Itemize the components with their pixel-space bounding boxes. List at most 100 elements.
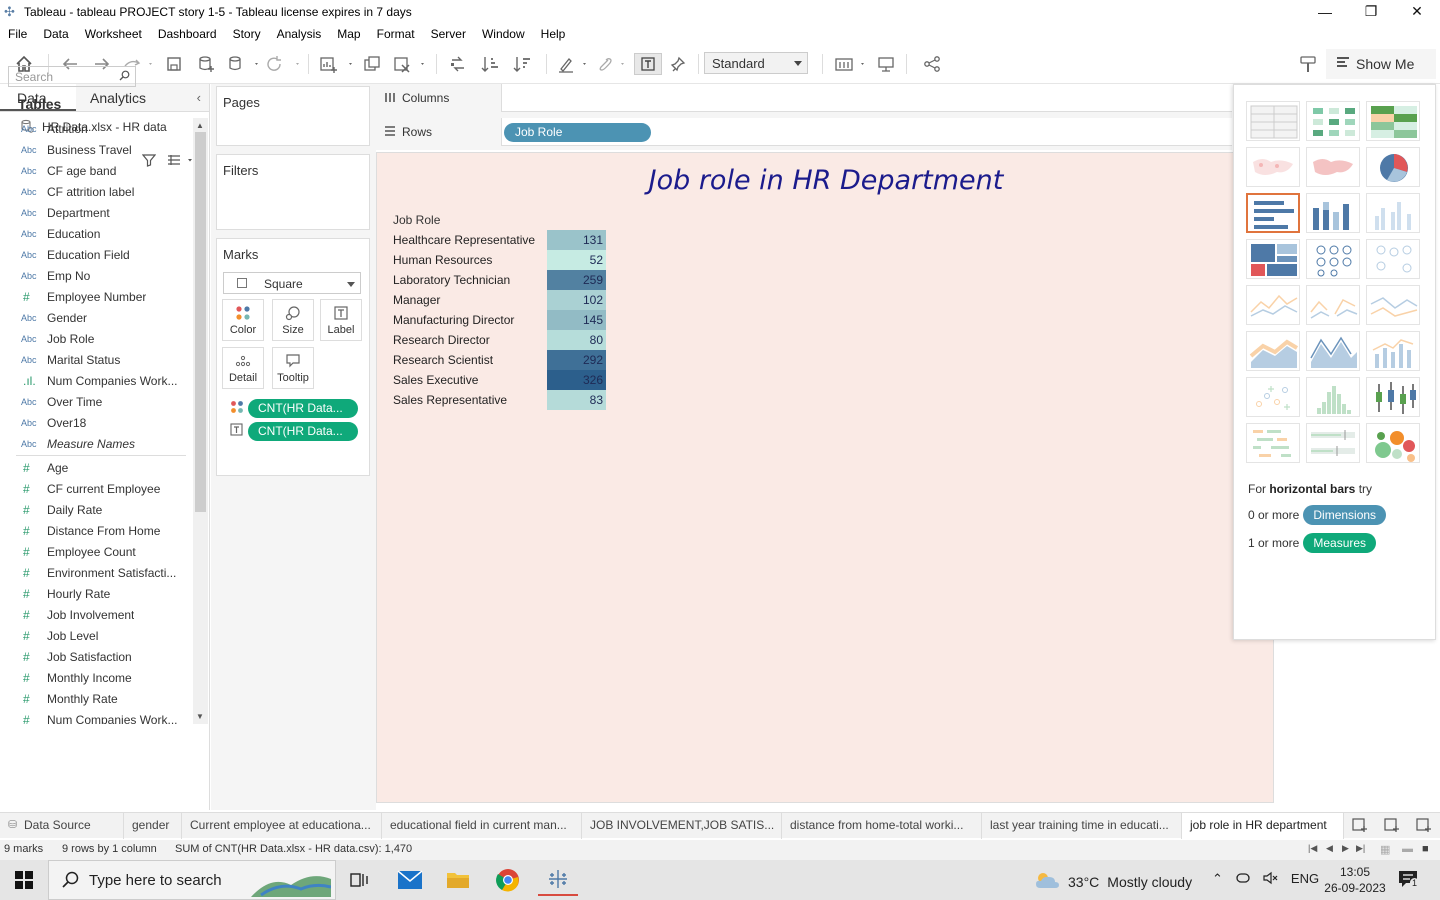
count-cell[interactable]: 102	[547, 290, 606, 310]
close-button[interactable]: ✕	[1394, 0, 1440, 23]
swap-rows-columns-icon[interactable]	[446, 53, 470, 75]
next-sheet-icon[interactable]: ▶	[1342, 843, 1349, 854]
count-cell[interactable]: 326	[547, 370, 606, 390]
field-item[interactable]: Abc Marital Status	[0, 349, 192, 370]
showme-histogram-tile[interactable]	[1306, 377, 1360, 417]
count-cell[interactable]: 259	[547, 270, 606, 290]
sheet-tab[interactable]: Current employee at educationa...	[182, 813, 382, 839]
showme-text-table-tile[interactable]	[1246, 101, 1300, 141]
field-item[interactable]: # Employee Count	[0, 541, 192, 562]
showme-stacked-bars-tile[interactable]	[1306, 193, 1360, 233]
scroll-down-icon[interactable]: ▼	[196, 712, 204, 721]
field-item[interactable]: # Employee Number	[0, 286, 192, 307]
menu-map[interactable]: Map	[329, 27, 368, 41]
minimize-button[interactable]: —	[1302, 0, 1348, 23]
windows-start-icon[interactable]	[0, 860, 48, 900]
table-row[interactable]: Sales Representative 83	[387, 390, 607, 410]
new-worksheet-tab-icon[interactable]	[1352, 817, 1368, 836]
network-icon[interactable]	[1235, 871, 1251, 888]
showme-discrete-lines-tile[interactable]	[1306, 285, 1360, 325]
menu-data[interactable]: Data	[35, 27, 76, 41]
field-item[interactable]: Abc Education Field	[0, 244, 192, 265]
showme-pie-chart-tile[interactable]	[1366, 147, 1420, 187]
sheet-tab[interactable]: last year training time in educati...	[982, 813, 1182, 839]
mark-type-select[interactable]: Square	[223, 272, 361, 294]
showme-bullet-graph-tile[interactable]	[1306, 423, 1360, 463]
search-input[interactable]: Search	[8, 66, 136, 87]
field-item[interactable]: # CF current Employee	[0, 478, 192, 499]
rows-shelf[interactable]: Rows Job Role	[376, 118, 1232, 146]
table-row[interactable]: Research Scientist 292	[387, 350, 607, 370]
filters-card[interactable]: Filters	[216, 154, 370, 230]
show-mark-labels-icon[interactable]	[634, 53, 662, 75]
showme-treemap-tile[interactable]	[1246, 239, 1300, 279]
count-cell[interactable]: 145	[547, 310, 606, 330]
label-button[interactable]: Label	[320, 299, 362, 341]
menu-story[interactable]: Story	[225, 27, 269, 41]
tooltip-button[interactable]: Tooltip	[272, 347, 314, 389]
showme-heat-map-tile[interactable]	[1306, 101, 1360, 141]
field-item[interactable]: # Daily Rate	[0, 499, 192, 520]
new-story-tab-icon[interactable]	[1416, 817, 1432, 836]
field-item[interactable]: Abc Gender	[0, 307, 192, 328]
field-item[interactable]: Abc CF attrition label	[0, 181, 192, 202]
scroll-up-icon[interactable]: ▲	[196, 121, 204, 130]
showme-dual-combination-tile[interactable]	[1366, 331, 1420, 371]
first-sheet-icon[interactable]: |◀	[1308, 843, 1317, 854]
language-indicator[interactable]: ENG	[1291, 871, 1319, 888]
menu-server[interactable]: Server	[423, 27, 474, 41]
job-role-row-pill[interactable]: Job Role	[504, 123, 651, 142]
field-item[interactable]: Abc Department	[0, 202, 192, 223]
menu-format[interactable]: Format	[369, 27, 423, 41]
showme-highlight-table-tile[interactable]	[1366, 101, 1420, 141]
field-item[interactable]: .ıl. Num Companies Work...	[0, 370, 192, 391]
mail-app-icon[interactable]	[390, 864, 430, 896]
sheet-tab[interactable]: educational field in current man...	[382, 813, 582, 839]
clear-sheet-icon[interactable]	[392, 53, 428, 75]
sheet-tab[interactable]: job role in HR department	[1182, 813, 1344, 839]
tabs-view-icon[interactable]: ■	[1422, 843, 1429, 855]
showme-side-by-side-circles-tile[interactable]	[1366, 239, 1420, 279]
showme-box-and-whisker-tile[interactable]	[1366, 377, 1420, 417]
filmstrip-icon[interactable]: ▬	[1402, 843, 1413, 855]
menu-dashboard[interactable]: Dashboard	[150, 27, 225, 41]
sort-descending-icon[interactable]	[510, 53, 534, 75]
table-row[interactable]: Healthcare Representative 131	[387, 230, 607, 250]
field-item[interactable]: # Environment Satisfacti...	[0, 562, 192, 583]
table-row[interactable]: Sales Executive 326	[387, 370, 607, 390]
field-item[interactable]: # Monthly Income	[0, 667, 192, 688]
show-me-button[interactable]: Show Me	[1326, 49, 1436, 79]
color-measure-pill[interactable]: CNT(HR Data...	[248, 398, 358, 418]
data-pane-scrollbar[interactable]: ▲ ▼	[193, 118, 208, 724]
fix-axes-icon[interactable]	[666, 53, 690, 75]
columns-shelf[interactable]: Columns	[376, 84, 1232, 112]
volume-muted-icon[interactable]	[1263, 871, 1279, 888]
field-item[interactable]: Abc CF age band	[0, 160, 192, 181]
taskbar-clock[interactable]: 13:05 26-09-2023	[1320, 864, 1390, 896]
field-item[interactable]: # Job Level	[0, 625, 192, 646]
pause-updates-icon[interactable]	[226, 53, 262, 75]
field-item[interactable]: Abc Education	[0, 223, 192, 244]
menu-file[interactable]: File	[0, 27, 35, 41]
showme-filled-map-tile[interactable]	[1306, 147, 1360, 187]
format-painter-icon[interactable]	[1296, 53, 1320, 75]
field-item[interactable]: # Monthly Rate	[0, 688, 192, 709]
count-cell[interactable]: 83	[547, 390, 606, 410]
showme-packed-bubbles-tile[interactable]	[1366, 423, 1420, 463]
field-item[interactable]: Abc Emp No	[0, 265, 192, 286]
field-item[interactable]: # Num Companies Work...	[0, 709, 192, 725]
field-item[interactable]: Abc Business Travel	[0, 139, 192, 160]
file-explorer-icon[interactable]	[438, 864, 478, 896]
label-measure-pill[interactable]: CNT(HR Data...	[248, 421, 358, 441]
sort-ascending-icon[interactable]	[478, 53, 502, 75]
menu-help[interactable]: Help	[533, 27, 574, 41]
new-worksheet-icon[interactable]	[318, 53, 356, 75]
field-item[interactable]: # Age	[0, 457, 192, 478]
highlight-icon[interactable]	[556, 53, 592, 75]
new-dashboard-tab-icon[interactable]	[1384, 817, 1400, 836]
sheet-tab[interactable]: distance from home-total worki...	[782, 813, 982, 839]
field-item[interactable]: Abc Job Role	[0, 328, 192, 349]
sheet-tab[interactable]: gender	[124, 813, 182, 839]
field-item[interactable]: # Distance From Home	[0, 520, 192, 541]
fit-select[interactable]: Standard	[704, 52, 808, 74]
